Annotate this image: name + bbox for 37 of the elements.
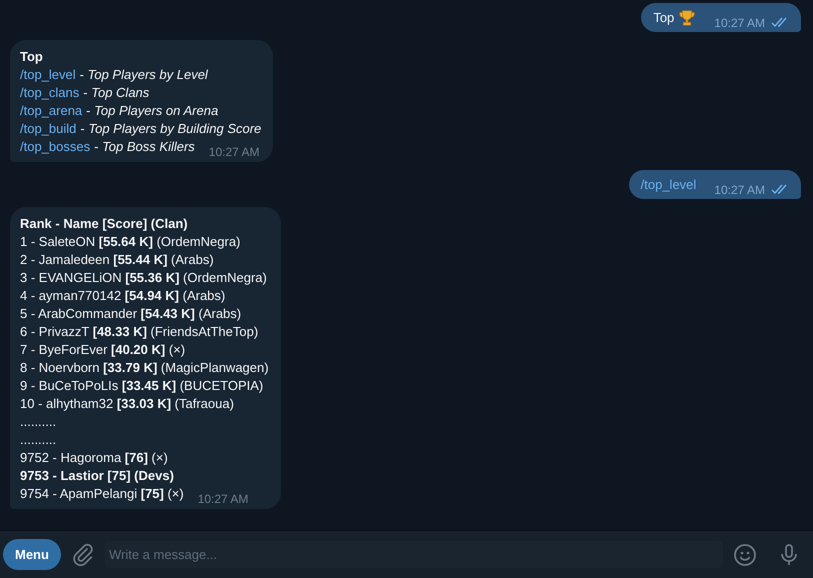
message-field[interactable]: Write a message... — [104, 541, 723, 568]
ranking-entry: 9754 - ApamPelangi [75] (×) — [20, 485, 184, 503]
paperclip-icon[interactable] — [70, 542, 95, 566]
ranking-entry: 9 - BuCeToPoLIs [33.45 K] (BUCETOPIA) — [20, 378, 264, 393]
ranking-entry: 2 - Jamaledeen [55.44 K] (Arabs) — [20, 252, 214, 267]
ranking-entry: 1 - SaleteON [55.64 K] (OrdemNegra) — [20, 234, 240, 249]
command-description: - Top Clans — [83, 85, 150, 100]
ranking-entry: 10 - alhytham32 [33.03 K] (Tafraoua) — [20, 396, 234, 411]
ranking-entry: 6 - PrivazzT [48.33 K] (FriendsAtTheTop) — [20, 324, 258, 339]
message-text: Top — [653, 9, 674, 27]
ranking-entry: 4 - ayman770142 [54.94 K] (Arabs) — [20, 288, 226, 303]
message-time: 10:27 AM — [208, 144, 260, 161]
menu-button[interactable]: Menu — [3, 539, 61, 570]
command-link[interactable]: /top_bosses — [20, 138, 90, 156]
command-link[interactable]: /top_build — [20, 121, 76, 136]
ranking-entry: 7 - ByeForEver [40.20 K] (×) — [20, 342, 186, 357]
command-description: - Top Players on Arena — [86, 103, 218, 118]
command-description: - Top Players by Building Score — [80, 121, 262, 136]
ranking-entry: 9753 - Lastior [75] (Devs) — [20, 468, 174, 483]
command-description: - Top Boss Killers — [94, 138, 195, 156]
message-time: 10:27 AM — [714, 15, 765, 32]
message-time: 10:27 AM — [714, 182, 765, 199]
command-link[interactable]: /top_arena — [20, 103, 82, 118]
command-description: - Top Players by Level — [80, 67, 208, 82]
ranking-entry: .......... — [20, 414, 56, 429]
command-link[interactable]: /top_clans — [20, 85, 80, 100]
ranking-entry: .......... — [20, 432, 56, 447]
ranking-header: Rank - Name [Score] (Clan) — [20, 215, 189, 233]
ranking-entry: 9752 - Hagoroma [76] (×) — [20, 450, 168, 465]
ranking-entry: 5 - ArabCommander [54.43 K] (Arabs) — [20, 306, 242, 321]
menu-title: Top — [20, 48, 44, 66]
command-link[interactable]: /top_level — [20, 67, 76, 82]
message-time: 10:27 AM — [198, 491, 248, 508]
smiley-icon[interactable] — [733, 542, 757, 566]
ranking-entry: 8 - Noervborn [33.79 K] (MagicPlanwagen) — [20, 360, 269, 375]
ranking-entry: 3 - EVANGELiON [55.36 K] (OrdemNegra) — [20, 270, 267, 285]
command-link[interactable]: /top_level — [640, 176, 696, 194]
